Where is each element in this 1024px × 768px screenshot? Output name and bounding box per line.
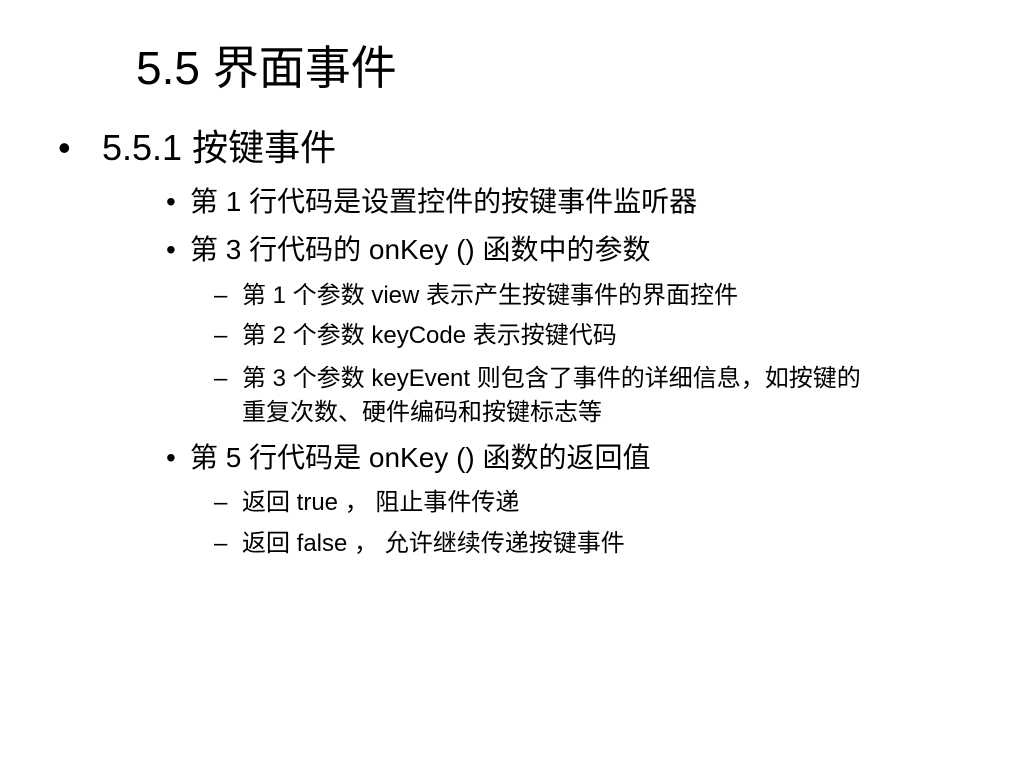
bullet-text: 第 1 行代码是设置控件的按键事件监听器 [190,186,698,217]
sub-bullet-text: 重复次数、硬件编码和按键标志等 [242,399,602,426]
sub-bullet-param-3: – 第 3 个参数 keyEvent 则包含了事件的详细信息，如按键的 [214,362,994,396]
sub-bullet-return-false: – 返回 false ， 允许继续传递按键事件 [214,527,914,561]
bullet-marker: • [58,127,71,168]
sub-bullet-text: 返回 false ， 允许继续传递按键事件 [242,530,625,557]
dash-marker: – [214,282,228,309]
sub-bullet-text: 第 3 个参数 keyEvent 则包含了事件的详细信息，如按键的 [242,365,861,392]
dash-marker: – [214,489,228,516]
sub-bullet-text: 返回 true ， 阻止事件传递 [242,489,520,516]
dash-marker: – [214,365,228,392]
sub-bullet-text: 第 1 个参数 view 表示产生按键事件的界面控件 [242,282,739,309]
sub-bullet-param-2: – 第 2 个参数 keyCode 表示按键代码 [214,319,974,353]
bullet-text: 第 3 行代码的 onKey () 函数中的参数 [190,234,651,265]
bullet-line-5: • 第 5 行代码是 onKey () 函数的返回值 [166,438,866,478]
bullet-line-1: • 第 1 行代码是设置控件的按键事件监听器 [166,182,866,222]
bullet-marker: • [166,442,176,473]
sub-bullet-param-1: – 第 1 个参数 view 表示产生按键事件的界面控件 [214,279,974,313]
bullet-heading-5-5-1: • 5.5.1 按键事件 [58,124,478,172]
sub-bullet-text: 第 2 个参数 keyCode 表示按键代码 [242,322,617,349]
dash-marker: – [214,530,228,557]
sub-bullet-param-3-continuation: 重复次数、硬件编码和按键标志等 [242,396,942,430]
slide-title: 5.5 界面事件 [136,42,397,94]
bullet-line-3: • 第 3 行代码的 onKey () 函数中的参数 [166,230,866,270]
bullet-marker: • [166,186,176,217]
bullet-marker: • [166,234,176,265]
bullet-text: 第 5 行代码是 onKey () 函数的返回值 [190,442,651,473]
sub-bullet-return-true: – 返回 true ， 阻止事件传递 [214,486,914,520]
slide: 5.5 界面事件 • 5.5.1 按键事件 • 第 1 行代码是设置控件的按键事… [0,0,1024,768]
dash-marker: – [214,322,228,349]
heading-text: 5.5.1 按键事件 [102,127,337,168]
